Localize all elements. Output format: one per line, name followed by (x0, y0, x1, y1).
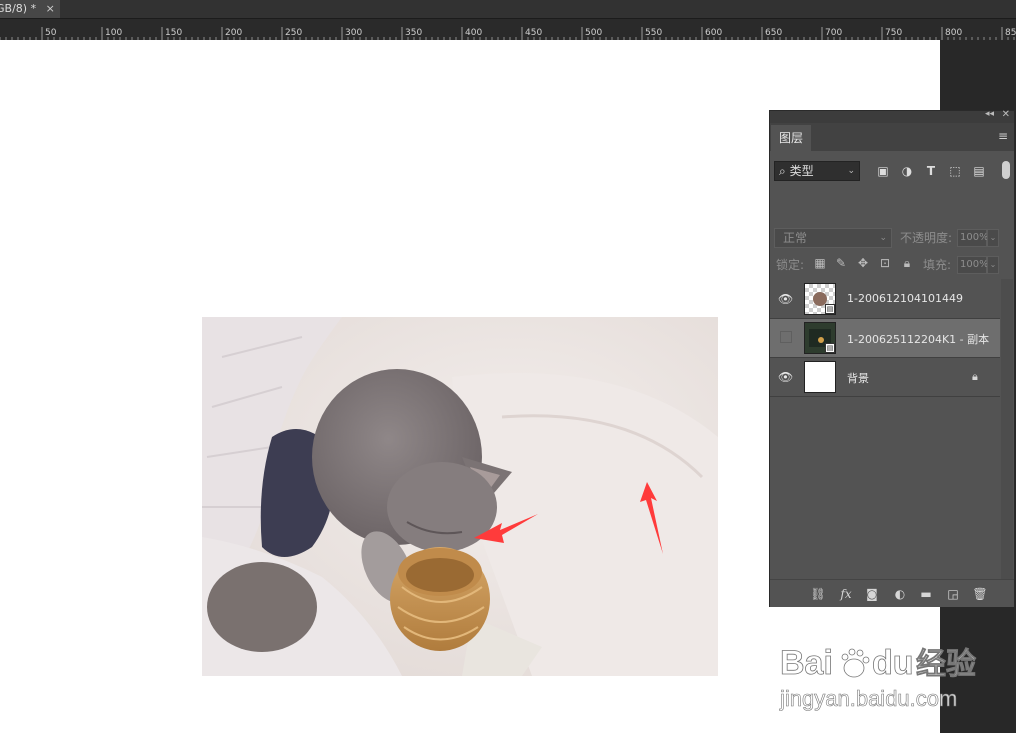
eye-icon[interactable]: 👁︎ (778, 292, 794, 306)
trash-icon[interactable]: 🗑︎ (972, 586, 988, 602)
search-icon: ⌕ (779, 164, 786, 178)
new-layer-icon[interactable]: ◲ (945, 586, 961, 602)
chevron-down-icon: ⌄ (879, 233, 887, 243)
cat-photo (202, 317, 718, 676)
fill-input[interactable]: 100% (957, 256, 989, 274)
close-panel-icon[interactable]: ✕ (1002, 109, 1010, 120)
ruler-tick-label: 100 (105, 28, 122, 38)
lock-transparent-icon[interactable]: ▦ (813, 256, 827, 270)
watermark-url: jingyan.baidu.com (779, 686, 957, 711)
lock-artboard-icon[interactable]: ⊡ (878, 256, 892, 270)
ruler-tick-label: 750 (885, 28, 902, 38)
opacity-input[interactable]: 100% (957, 229, 989, 247)
filter-toggle[interactable] (1002, 161, 1010, 179)
ruler-tick-label: 250 (285, 28, 302, 38)
ruler-tick-label: 500 (585, 28, 602, 38)
layer-name[interactable]: 背景 (847, 370, 869, 386)
mask-icon[interactable]: ◙ (864, 586, 880, 602)
link-layers-icon[interactable]: ⛓︎ (810, 586, 826, 602)
fx-icon[interactable]: fx (838, 586, 854, 602)
blend-mode-select[interactable]: 正常 ⌄ (774, 228, 892, 248)
ruler-tick-label: 850 (1005, 28, 1016, 38)
watermark-brand: Bai (780, 644, 833, 682)
ruler-tick-label: 800 (945, 28, 962, 38)
blend-mode-value: 正常 (783, 231, 808, 245)
adjustment-filter-icon[interactable]: ◑ (900, 164, 914, 178)
shape-filter-icon[interactable]: ⬚ (948, 164, 962, 178)
image-filter-icon[interactable]: ▣ (876, 164, 890, 178)
smart-object-filter-icon[interactable]: ▤ (972, 164, 986, 178)
baidu-watermark: Bai du 经验 jingyan.baidu.com (778, 640, 1008, 715)
layers-scrollbar[interactable] (1001, 279, 1013, 579)
ruler-tick-label: 450 (525, 28, 542, 38)
fill-label: 填充: (923, 258, 952, 272)
smart-object-badge-icon: ▤ (825, 343, 835, 353)
ruler-tick-label: 600 (705, 28, 722, 38)
panel-tab-row: 图层 ≡ (770, 123, 1014, 151)
layer-thumbnail: ▤ (804, 283, 836, 315)
lock-icon: 🔒︎ (972, 370, 978, 383)
layer-name[interactable]: 1-200625112204K1 - 副本 (847, 331, 989, 347)
lock-position-icon[interactable]: ✥ (856, 256, 870, 270)
panel-title-bar[interactable]: ◂◂ ✕ (770, 109, 1014, 123)
ruler-tick-label: 550 (645, 28, 662, 38)
layer-thumbnail: ▤ (804, 322, 836, 354)
filter-select-label: 类型 (789, 164, 814, 178)
ruler-tick-label: 300 (345, 28, 362, 38)
group-folder-icon[interactable]: ▬ (918, 586, 934, 602)
type-filter-icon[interactable]: T (924, 164, 938, 178)
layers-panel: ◂◂ ✕ 图层 ≡ ⌕ 类型 ⌄ ▣ ◑ T ⬚ ▤ 正常 ⌄ 不透明度: 10… (769, 109, 1015, 607)
panel-menu-icon[interactable]: ≡ (998, 129, 1008, 143)
lock-all-icon[interactable]: 🔒︎ (900, 256, 914, 270)
lock-paint-icon[interactable]: ✎ (834, 256, 848, 270)
layer-row-selected[interactable]: ▤ 1-200625112204K1 - 副本 (770, 319, 1000, 358)
chevron-down-icon: ⌄ (847, 166, 855, 176)
lock-label: 锁定: (776, 258, 805, 272)
eye-icon[interactable]: 👁︎ (778, 370, 794, 384)
tab-layers[interactable]: 图层 (771, 125, 811, 151)
smart-object-badge-icon: ▤ (825, 304, 835, 314)
layer-thumbnail (804, 361, 836, 393)
layer-row[interactable]: 👁︎ 背景 🔒︎ (770, 358, 1000, 397)
fill-dropdown-icon[interactable]: ⌄ (987, 256, 999, 274)
ruler-tick-label: 650 (765, 28, 782, 38)
ruler-tick-label: 150 (165, 28, 182, 38)
opacity-dropdown-icon[interactable]: ⌄ (987, 229, 999, 247)
collapse-panel-icon[interactable]: ◂◂ (985, 109, 994, 119)
layer-filter-select[interactable]: ⌕ 类型 ⌄ (774, 161, 860, 181)
document-tab-title: GB/8) * (0, 2, 37, 15)
document-tab[interactable]: GB/8) * × (0, 0, 60, 18)
watermark-product: 经验 (916, 647, 976, 682)
ruler-tick-label: 200 (225, 28, 242, 38)
horizontal-ruler: 50 100 150 200 250 300 350 400 450 500 550 600 650 70… (0, 18, 1016, 41)
ruler-tick-label: 400 (465, 28, 482, 38)
ruler-tick-label: 50 (45, 28, 57, 38)
layer-name[interactable]: 1-200612104101449 (847, 292, 963, 305)
ruler-tick-label: 700 (825, 28, 842, 38)
visibility-toggle-off[interactable] (780, 331, 792, 343)
opacity-label: 不透明度: (900, 231, 953, 245)
ruler-tick-label: 350 (405, 28, 422, 38)
layer-row[interactable]: 👁︎ ▤ 1-200612104101449 (770, 280, 1000, 319)
document-tab-bar: GB/8) * × (0, 0, 1016, 18)
watermark-brand2: du (872, 644, 914, 682)
layers-bottom-bar: ⛓︎ fx ◙ ◐ ▬ ◲ 🗑︎ (770, 579, 1014, 607)
close-tab-icon[interactable]: × (46, 2, 55, 15)
adjustment-icon[interactable]: ◐ (892, 586, 908, 602)
